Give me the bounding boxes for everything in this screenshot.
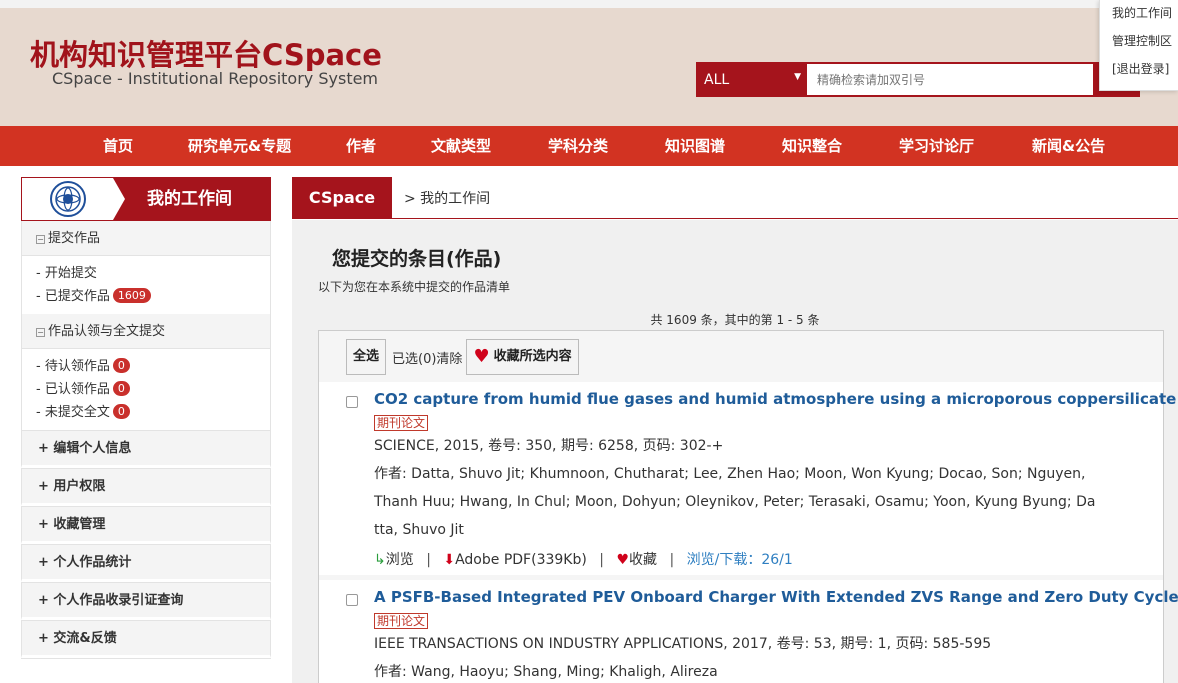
search-scope-value: ALL — [704, 72, 730, 88]
item-checkbox[interactable] — [346, 396, 358, 408]
sidebar-section-submit-body: - 开始提交 - 已提交作品 1609 — [21, 256, 271, 314]
view-download-stats[interactable]: 浏览/下载：26/1 — [687, 552, 793, 568]
list-toolbar: 全选 已选(0)清除 ♥ 收藏所选内容 — [346, 339, 579, 375]
favorite-selected-label: 收藏所选内容 — [493, 349, 572, 364]
download-icon: ⬇ — [443, 552, 456, 568]
sidebar-title: 我的工作间 — [113, 178, 270, 220]
sidebar-item-submitted[interactable]: - 已提交作品 1609 — [36, 285, 270, 308]
nav-research-units[interactable]: 研究单元&专题 — [188, 126, 291, 166]
sidebar-link-statistics[interactable]: + 个人作品统计 — [21, 544, 271, 582]
sidebar-item-label: - 已提交作品 — [36, 289, 110, 304]
item-authors-line: tta, Shuvo Jit — [374, 522, 464, 538]
sidebar-item-label: - 未提交全文 — [36, 405, 110, 420]
count-badge: 1609 — [112, 288, 151, 303]
nav-knowledge-integration[interactable]: 知识整合 — [782, 126, 842, 166]
sidebar-section-submit[interactable]: − 提交作品 — [21, 221, 271, 256]
institution-logo — [22, 178, 113, 220]
page-title: 您提交的条目(作品) — [332, 248, 502, 270]
user-menu-logout[interactable]: [退出登录] — [1100, 56, 1178, 84]
list-item: A PSFB-Based Integrated PEV Onboard Char… — [319, 580, 1178, 683]
user-menu-workspace[interactable]: 我的工作间 — [1100, 0, 1178, 28]
sidebar-item-pending-claim[interactable]: - 待认领作品 0 — [36, 355, 270, 378]
breadcrumb-current: > 我的工作间 — [404, 190, 491, 207]
search-scope-select[interactable]: ALL ▼ — [696, 62, 807, 97]
view-action[interactable]: ↳浏览 — [374, 552, 414, 568]
separator: | — [669, 552, 675, 568]
nav-discussion[interactable]: 学习讨论厅 — [899, 126, 974, 166]
view-icon: ↳ — [374, 552, 386, 568]
sidebar-item-label: - 已认领作品 — [36, 382, 110, 397]
select-all-button[interactable]: 全选 — [346, 339, 387, 375]
breadcrumb: CSpace > 我的工作间 — [292, 176, 1178, 219]
item-title-link[interactable]: CO2 capture from humid flue gases and hu… — [374, 390, 1176, 408]
sidebar-header: 我的工作间 — [21, 177, 271, 221]
view-label: 浏览 — [385, 552, 414, 568]
count-badge: 0 — [112, 404, 130, 419]
sidebar-section-claim[interactable]: − 作品认领与全文提交 — [21, 314, 271, 349]
heart-icon: ♥ — [473, 346, 490, 367]
site-subtitle: CSpace - Institutional Repository System — [52, 69, 379, 88]
top-strip — [0, 0, 1178, 8]
sidebar-item-label: - 待认领作品 — [36, 359, 110, 374]
site-header: 机构知识管理平台CSpace CSpace - Institutional Re… — [0, 8, 1178, 126]
page-subtitle: 以下为您在本系统中提交的作品清单 — [318, 280, 511, 294]
results-list: 全选 已选(0)清除 ♥ 收藏所选内容 CO2 capture from hum… — [318, 330, 1178, 683]
heart-icon: ♥ — [616, 552, 630, 568]
favorite-selected-button[interactable]: ♥ 收藏所选内容 — [466, 339, 579, 375]
nav-subjects[interactable]: 学科分类 — [548, 126, 608, 166]
item-checkbox[interactable] — [346, 594, 358, 606]
item-actions: ↳浏览 | ⬇Adobe PDF(339Kb) | ♥收藏 | 浏览/下载：26… — [374, 549, 793, 569]
clear-selection-link[interactable]: 已选(0)清除 — [392, 348, 462, 367]
collapse-icon: − — [36, 235, 45, 244]
sidebar-link-permissions[interactable]: + 用户权限 — [21, 468, 271, 506]
count-badge: 0 — [112, 381, 130, 396]
result-count: 共 1609 条，其中的第 1 - 5 条 — [650, 313, 820, 327]
separator: | — [426, 552, 431, 568]
sidebar-item-start-submit[interactable]: - 开始提交 — [36, 262, 270, 285]
sidebar-section-label: 提交作品 — [48, 231, 101, 246]
sidebar-section-label: 作品认领与全文提交 — [48, 324, 166, 339]
sidebar-link-citation-query[interactable]: + 个人作品收录引证查询 — [21, 582, 271, 620]
site-title[interactable]: 机构知识管理平台CSpace — [30, 32, 382, 74]
sidebar-item-no-fulltext[interactable]: - 未提交全文 0 — [36, 401, 270, 424]
sidebar-item-claimed[interactable]: - 已认领作品 0 — [36, 378, 270, 401]
sidebar-item-label: - 开始提交 — [36, 266, 97, 281]
item-authors-line: Thanh Huu; Hwang, In Chul; Moon, Dohyun;… — [374, 494, 1096, 510]
content-area: 您提交的条目(作品) 以下为您在本系统中提交的作品清单 共 1609 条，其中的… — [292, 220, 1178, 683]
collapse-icon: − — [36, 328, 45, 337]
item-type-tag: 期刊论文 — [374, 415, 429, 431]
breadcrumb-home[interactable]: CSpace — [292, 176, 392, 219]
favorite-action[interactable]: ♥收藏 — [616, 552, 657, 568]
sidebar-section-claim-body: - 待认领作品 0 - 已认领作品 0 - 未提交全文 0 — [21, 349, 271, 430]
main-panel: CSpace > 我的工作间 您提交的条目(作品) 以下为您在本系统中提交的作品… — [292, 176, 1178, 683]
item-source: IEEE TRANSACTIONS ON INDUSTRY APPLICATIO… — [374, 636, 992, 652]
nav-authors[interactable]: 作者 — [346, 126, 376, 166]
search-input[interactable] — [807, 62, 1095, 97]
item-title-link[interactable]: A PSFB-Based Integrated PEV Onboard Char… — [374, 588, 1178, 606]
pdf-label: Adobe PDF(339Kb) — [455, 552, 587, 568]
user-menu: 我的工作间 管理控制区 [退出登录] — [1099, 0, 1178, 91]
nav-knowledge-graph[interactable]: 知识图谱 — [665, 126, 725, 166]
item-authors-line: 作者: Datta, Shuvo Jit; Khumnoon, Chuthara… — [374, 466, 1086, 482]
sidebar-link-favorites[interactable]: + 收藏管理 — [21, 506, 271, 544]
list-item: CO2 capture from humid flue gases and hu… — [319, 382, 1176, 575]
chevron-down-icon: ▼ — [794, 72, 801, 82]
user-menu-admin[interactable]: 管理控制区 — [1100, 28, 1178, 56]
sidebar: 我的工作间 − 提交作品 - 开始提交 - 已提交作品 1609 − 作品认领与全文提… — [21, 177, 271, 658]
separator: | — [599, 552, 604, 568]
sidebar-link-feedback[interactable]: + 交流&反馈 — [21, 620, 271, 658]
nav-doc-types[interactable]: 文献类型 — [431, 126, 491, 166]
pdf-download-action[interactable]: ⬇Adobe PDF(339Kb) — [443, 552, 586, 568]
count-badge: 0 — [112, 358, 130, 373]
favorite-label: 收藏 — [629, 552, 658, 568]
main-nav: 首页 研究单元&专题 作者 文献类型 学科分类 知识图谱 知识整合 学习讨论厅 … — [0, 126, 1178, 166]
nav-news[interactable]: 新闻&公告 — [1032, 126, 1105, 166]
institution-emblem-icon — [49, 181, 86, 217]
item-type-tag: 期刊论文 — [374, 613, 429, 629]
nav-home[interactable]: 首页 — [103, 126, 133, 166]
sidebar-link-edit-profile[interactable]: + 编辑个人信息 — [21, 430, 271, 468]
item-source: SCIENCE, 2015, 卷号: 350, 期号: 6258, 页码: 30… — [374, 438, 724, 454]
search-bar: ALL ▼ — [696, 62, 1178, 97]
item-authors-line: 作者: Wang, Haoyu; Shang, Ming; Khaligh, A… — [374, 664, 718, 680]
